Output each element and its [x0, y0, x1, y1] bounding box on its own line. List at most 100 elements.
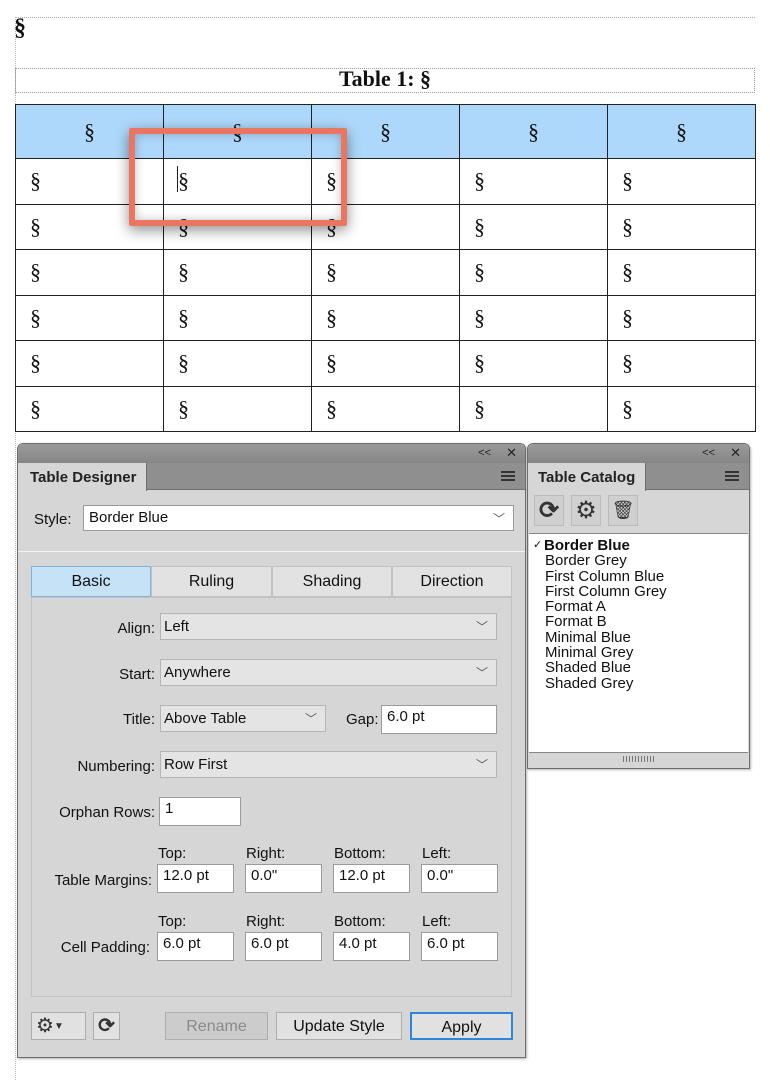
chevron-down-icon: ﹀: [304, 712, 317, 726]
panel-menu-icon[interactable]: [725, 471, 739, 481]
orphan-rows-label: Orphan Rows:: [59, 804, 155, 821]
refresh-button[interactable]: ⟳: [93, 1012, 120, 1040]
table-cell[interactable]: §: [311, 249, 460, 296]
table-cell[interactable]: §: [459, 385, 608, 432]
panel-tab-table-designer[interactable]: Table Designer: [18, 463, 148, 491]
table-cell[interactable]: §: [607, 158, 756, 205]
update-style-button[interactable]: Update Style: [276, 1012, 402, 1040]
table-cell[interactable]: §: [163, 340, 312, 387]
table-row: § § § § §: [15, 340, 756, 387]
settings-menu-button[interactable]: ⚙▼: [31, 1012, 86, 1040]
refresh-catalog-button[interactable]: ⟳: [534, 495, 564, 526]
catalog-item[interactable]: Shaded Grey: [529, 676, 748, 691]
panel-titlebar[interactable]: << ✕: [18, 444, 525, 463]
table-cell[interactable]: §: [163, 385, 312, 432]
catalog-item-selected[interactable]: ✓ Border Blue: [529, 538, 748, 553]
chevron-down-icon: ﹀: [475, 620, 488, 634]
panel-tabstrip: Table Designer: [18, 463, 525, 491]
padding-bottom-input[interactable]: 4.0 pt: [333, 932, 410, 961]
catalog-item[interactable]: Minimal Blue: [529, 630, 748, 645]
table-cell[interactable]: §: [607, 340, 756, 387]
close-icon[interactable]: ✕: [730, 445, 741, 461]
delete-style-button[interactable]: 🗑: [608, 495, 638, 526]
tab-direction[interactable]: Direction: [392, 566, 512, 597]
table-cell[interactable]: §: [607, 249, 756, 296]
table-cell[interactable]: §: [459, 158, 608, 205]
style-dropdown[interactable]: Border Blue ﹀: [83, 505, 514, 531]
table-cell[interactable]: §: [15, 385, 164, 432]
padding-left-input[interactable]: 6.0 pt: [421, 932, 498, 961]
margin-left-input[interactable]: 0.0": [421, 864, 498, 893]
margin-top-input[interactable]: 12.0 pt: [157, 864, 234, 893]
collapse-icon[interactable]: <<: [702, 447, 715, 459]
table-cell[interactable]: §: [459, 249, 608, 296]
start-value: Anywhere: [164, 664, 231, 681]
table-cell[interactable]: §: [607, 294, 756, 341]
align-dropdown[interactable]: Left ﹀: [160, 613, 497, 640]
table-cell[interactable]: §: [163, 294, 312, 341]
close-icon[interactable]: ✕: [506, 445, 517, 461]
title-dropdown[interactable]: Above Table ﹀: [160, 705, 326, 732]
margin-left-label: Left:: [422, 845, 452, 862]
panel-menu-icon[interactable]: [501, 471, 515, 481]
rename-button[interactable]: Rename: [165, 1012, 268, 1040]
table-cell[interactable]: §: [459, 340, 608, 387]
catalog-item[interactable]: Format A: [529, 599, 748, 614]
table-row: § § § § §: [15, 294, 756, 341]
title-value: Above Table: [164, 710, 247, 727]
margin-right-input[interactable]: 0.0": [245, 864, 322, 893]
panel-tab-table-catalog[interactable]: Table Catalog: [528, 463, 647, 491]
orphan-rows-input[interactable]: 1: [159, 797, 241, 826]
catalog-item-label: Border Blue: [544, 537, 630, 554]
document-table[interactable]: § § § § § § § § § § § § § § § § § § § § § § § § § § § § § § …: [15, 104, 756, 432]
highlight-annotation-box: [129, 128, 347, 226]
header-cell[interactable]: §: [459, 104, 608, 159]
catalog-item[interactable]: Minimal Grey: [529, 645, 748, 660]
tab-basic[interactable]: Basic: [31, 566, 151, 597]
align-label: Align:: [117, 620, 155, 637]
numbering-value: Row First: [164, 756, 228, 773]
resize-grip[interactable]: [623, 756, 655, 762]
catalog-item[interactable]: Border Grey: [529, 553, 748, 568]
padding-right-input[interactable]: 6.0 pt: [245, 932, 322, 961]
table-cell[interactable]: §: [15, 294, 164, 341]
trash-icon: 🗑: [611, 500, 635, 520]
apply-button[interactable]: Apply: [410, 1012, 513, 1040]
table-cell[interactable]: §: [459, 294, 608, 341]
chevron-down-icon: ﹀: [475, 666, 488, 680]
table-cell[interactable]: §: [15, 340, 164, 387]
table-caption[interactable]: Table 1: §: [15, 68, 755, 93]
padding-top-input[interactable]: 6.0 pt: [157, 932, 234, 961]
tab-shading[interactable]: Shading: [272, 566, 392, 597]
gear-icon: ⚙: [36, 1015, 54, 1037]
gap-input[interactable]: 6.0 pt: [381, 705, 497, 734]
catalog-item[interactable]: First Column Grey: [529, 584, 748, 599]
catalog-item[interactable]: Shaded Blue: [529, 660, 748, 675]
padding-bottom-label: Bottom:: [334, 913, 386, 930]
panel-titlebar[interactable]: << ✕: [528, 444, 749, 463]
catalog-settings-button[interactable]: ⚙: [571, 495, 601, 526]
numbering-dropdown[interactable]: Row First ﹀: [160, 751, 497, 778]
header-cell[interactable]: §: [607, 104, 756, 159]
table-cell[interactable]: §: [163, 249, 312, 296]
table-cell[interactable]: §: [311, 340, 460, 387]
margin-bottom-input[interactable]: 12.0 pt: [333, 864, 410, 893]
table-cell[interactable]: §: [459, 203, 608, 250]
catalog-item[interactable]: First Column Blue: [529, 568, 748, 584]
collapse-icon[interactable]: <<: [478, 447, 491, 459]
catalog-item[interactable]: Format B: [529, 614, 748, 629]
table-cell[interactable]: §: [607, 385, 756, 432]
table-cell[interactable]: §: [311, 385, 460, 432]
table-cell[interactable]: §: [311, 294, 460, 341]
paragraph-mark[interactable]: §: [14, 15, 26, 42]
margin-top-label: Top:: [158, 845, 187, 862]
tab-ruling[interactable]: Ruling: [151, 566, 272, 597]
style-label: Style:: [34, 511, 72, 528]
start-dropdown[interactable]: Anywhere ﹀: [160, 659, 497, 686]
catalog-list[interactable]: ✓ Border Blue Border Grey First Column Bl…: [529, 533, 748, 753]
cell-padding-label: Cell Padding:: [60, 939, 150, 956]
refresh-icon: ⟳: [538, 497, 560, 524]
table-row: § § § § §: [15, 203, 756, 250]
table-cell[interactable]: §: [15, 249, 164, 296]
table-cell[interactable]: §: [607, 203, 756, 250]
